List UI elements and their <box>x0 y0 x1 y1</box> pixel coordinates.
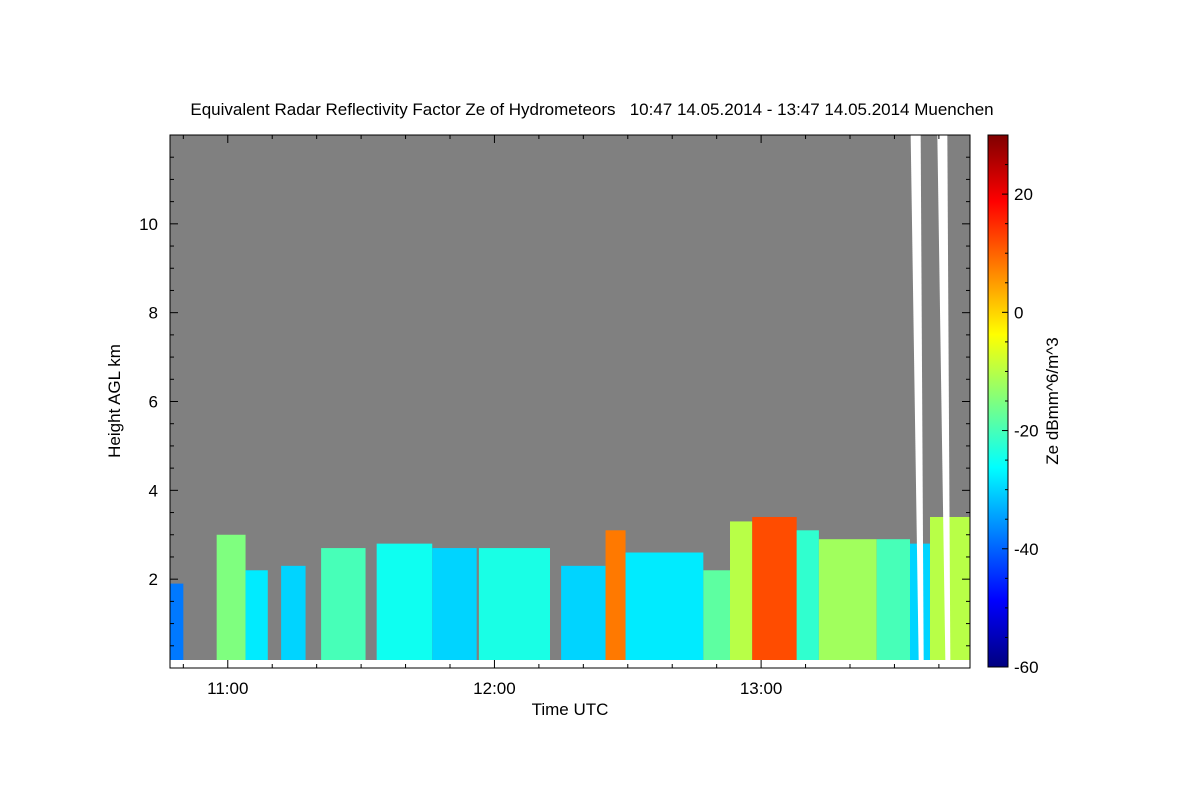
colorbar-tick-label--60: -60 <box>1014 658 1039 677</box>
x-tick-label-660: 11:00 <box>207 679 248 698</box>
y-tick-label-8: 8 <box>149 304 158 323</box>
radar-chart: Equivalent Radar Reflectivity Factor Ze … <box>105 100 1062 719</box>
echo-region-0 <box>170 583 184 660</box>
y-tick-label-2: 2 <box>149 570 158 589</box>
x-axis-label: Time UTC <box>532 700 609 719</box>
echo-region-8 <box>561 565 606 660</box>
echo-region-3 <box>281 565 306 660</box>
echo-region-14 <box>796 530 819 660</box>
colorbar-label: Ze dBmm^6/m^3 <box>1043 337 1062 464</box>
x-tick-label-780: 13:00 <box>740 679 783 698</box>
echo-region-9 <box>605 530 626 660</box>
y-tick-label-10: 10 <box>139 215 158 234</box>
y-tick-label-6: 6 <box>149 393 158 412</box>
echo-region-6 <box>432 548 477 660</box>
echo-region-7 <box>478 548 550 660</box>
echo-region-10 <box>625 552 704 660</box>
colorbar-tick-label-0: 0 <box>1014 303 1023 322</box>
echo-region-16 <box>876 539 910 660</box>
echo-region-1 <box>216 534 246 660</box>
colorbar-tick-label--40: -40 <box>1014 540 1039 559</box>
colorbar-tick-label--20: -20 <box>1014 422 1039 441</box>
x-tick-label-720: 12:00 <box>473 679 516 698</box>
y-tick-label-4: 4 <box>149 481 158 500</box>
echo-region-4 <box>321 548 366 660</box>
echo-region-5 <box>376 543 433 660</box>
echo-region-11 <box>703 570 730 660</box>
chart-title: Equivalent Radar Reflectivity Factor Ze … <box>190 100 993 119</box>
echo-region-15 <box>818 539 877 660</box>
echo-region-13 <box>752 516 797 660</box>
echo-region-12 <box>730 521 753 660</box>
y-axis-label: Height AGL km <box>105 344 124 458</box>
echo-region-2 <box>245 570 268 660</box>
colorbar-tick-label-20: 20 <box>1014 185 1033 204</box>
